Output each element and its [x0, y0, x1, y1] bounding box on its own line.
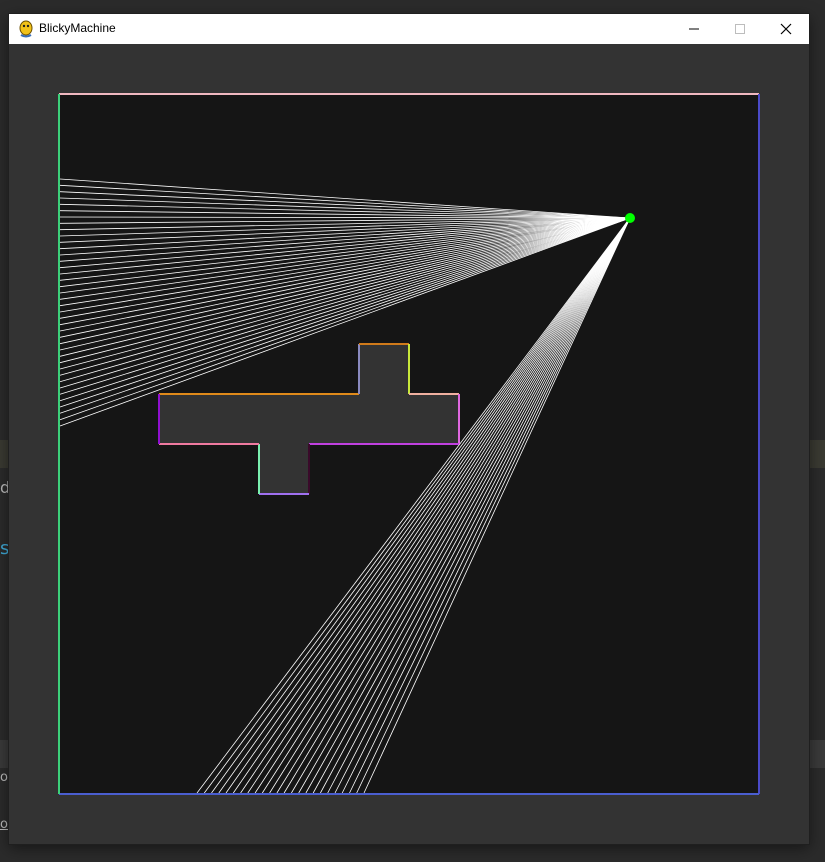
game-canvas[interactable]	[9, 44, 809, 844]
close-icon	[780, 23, 792, 35]
title-bar[interactable]: BlickyMachine	[9, 14, 809, 44]
app-window: BlickyMachine	[9, 14, 809, 844]
background-top	[0, 0, 825, 14]
maximize-icon	[735, 24, 745, 34]
minimize-icon	[689, 28, 699, 30]
light-source[interactable]	[625, 213, 635, 223]
maximize-button[interactable]	[717, 14, 763, 44]
raycast-scene	[58, 93, 760, 795]
minimize-button[interactable]	[671, 14, 717, 44]
background-text-fragment: s	[0, 538, 10, 559]
close-button[interactable]	[763, 14, 809, 44]
pygame-snake-icon	[17, 20, 35, 38]
window-title: BlickyMachine	[39, 21, 116, 35]
